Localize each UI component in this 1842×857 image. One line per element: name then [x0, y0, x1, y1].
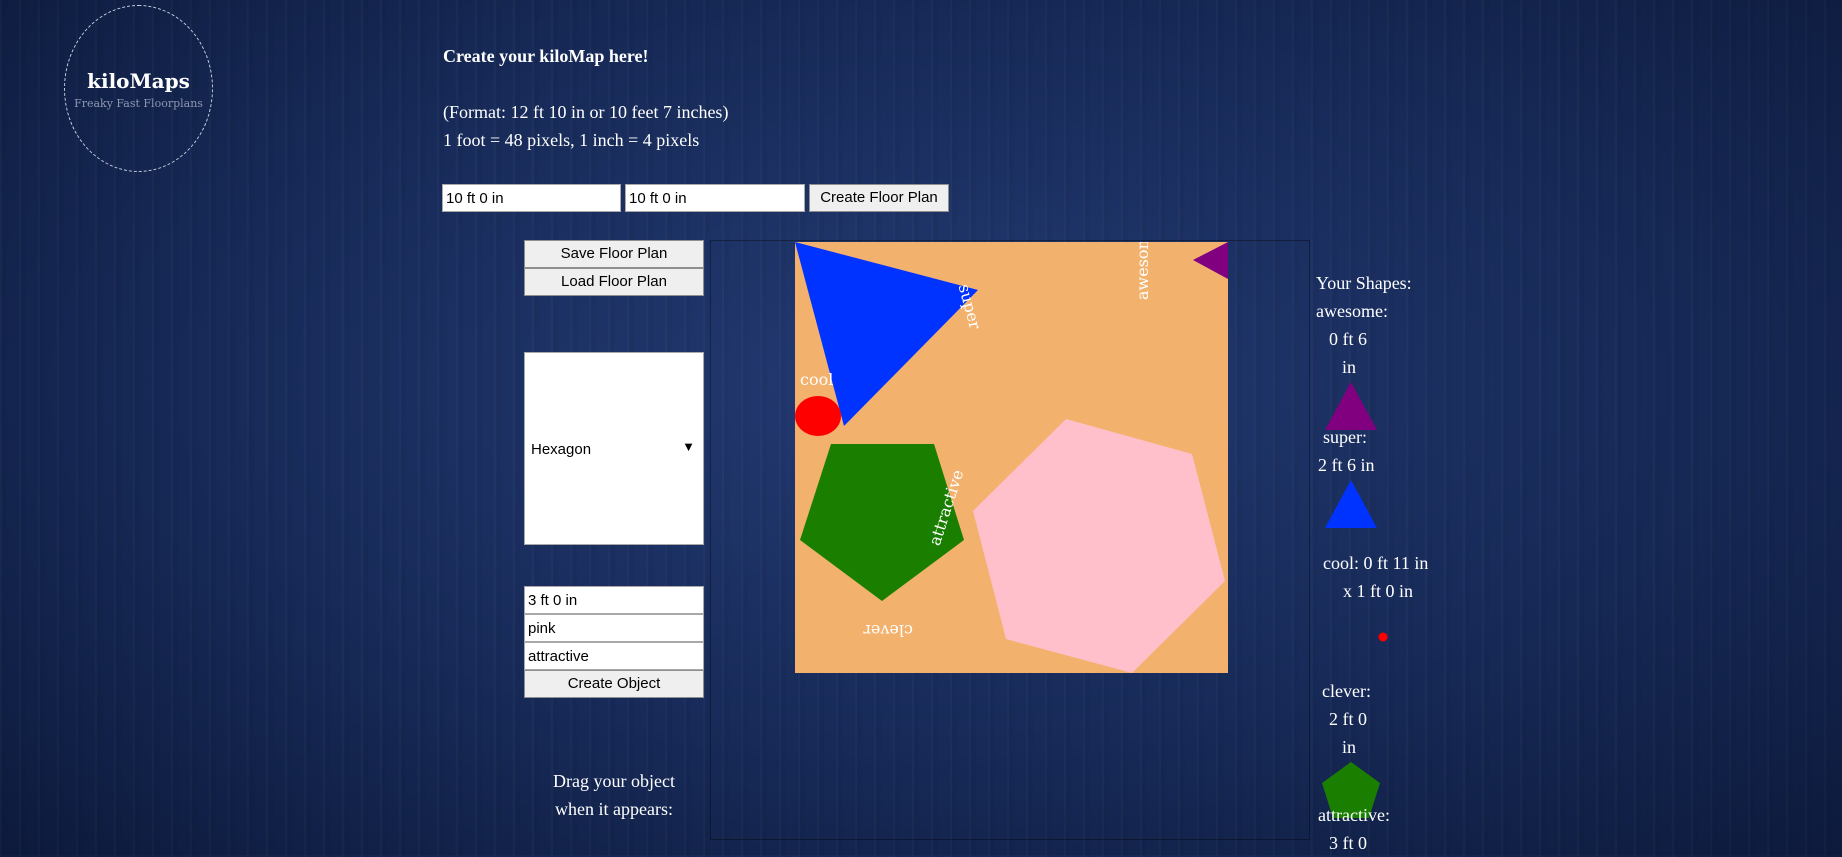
shape-label-awesome: awesome	[1133, 242, 1152, 300]
awesome-size: 0 ft 6	[1329, 329, 1367, 349]
floor-height-input[interactable]	[625, 184, 805, 212]
save-floor-plan-button[interactable]: Save Floor Plan	[524, 240, 704, 268]
logo-title: kiloMaps	[87, 69, 190, 93]
shape-label-cool: cool	[800, 370, 834, 389]
logo-tagline: Freaky Fast Floorplans	[74, 97, 203, 110]
load-floor-plan-button[interactable]: Load Floor Plan	[524, 268, 704, 296]
drag-instruction: Drag your object when it appears:	[553, 771, 675, 819]
cool-size: x 1 ft 0 in	[1343, 581, 1413, 601]
logo: kiloMaps Freaky Fast Floorplans	[64, 5, 213, 172]
create-floor-plan-button[interactable]: Create Floor Plan	[809, 184, 949, 212]
floor-plan[interactable]: super awesome cool clever attractive	[795, 242, 1228, 673]
floor-width-input[interactable]	[442, 184, 621, 212]
shape-attractive[interactable]	[973, 419, 1225, 673]
super-thumbnail	[1325, 480, 1377, 528]
shape-label-clever: clever	[863, 621, 913, 640]
object-name-input[interactable]	[524, 642, 704, 670]
super-size: 2 ft 6 in	[1318, 455, 1375, 475]
shape-awesome[interactable]	[1193, 242, 1228, 279]
format-instruction: (Format: 12 ft 10 in or 10 feet 7 inches…	[443, 102, 729, 122]
shape-select[interactable]: Hexagon ▼	[524, 352, 704, 545]
shape-cool[interactable]	[795, 396, 841, 436]
super-label: super:	[1323, 427, 1367, 447]
object-color-input[interactable]	[524, 614, 704, 642]
object-size-input[interactable]	[524, 586, 704, 614]
clever-size: 2 ft 0	[1329, 709, 1367, 729]
floor-shapes	[795, 242, 1228, 673]
page-heading: Create your kiloMap here!	[443, 46, 649, 66]
cool-thumbnail	[1378, 632, 1388, 642]
clever-label: clever:	[1322, 681, 1371, 701]
chevron-down-icon: ▼	[682, 439, 695, 454]
create-object-button[interactable]: Create Object	[524, 670, 704, 698]
awesome-label: awesome:	[1316, 301, 1388, 321]
scale-instruction: 1 foot = 48 pixels, 1 inch = 4 pixels	[443, 130, 700, 150]
shape-select-value: Hexagon	[531, 441, 592, 458]
awesome-size-unit: in	[1342, 357, 1357, 377]
cool-label: cool: 0 ft 11 in	[1323, 553, 1429, 573]
attractive-label: attractive:	[1318, 805, 1390, 825]
your-shapes-heading: Your Shapes:	[1316, 273, 1412, 293]
attractive-size: 3 ft 0	[1329, 833, 1367, 853]
clever-size-unit: in	[1342, 737, 1357, 757]
